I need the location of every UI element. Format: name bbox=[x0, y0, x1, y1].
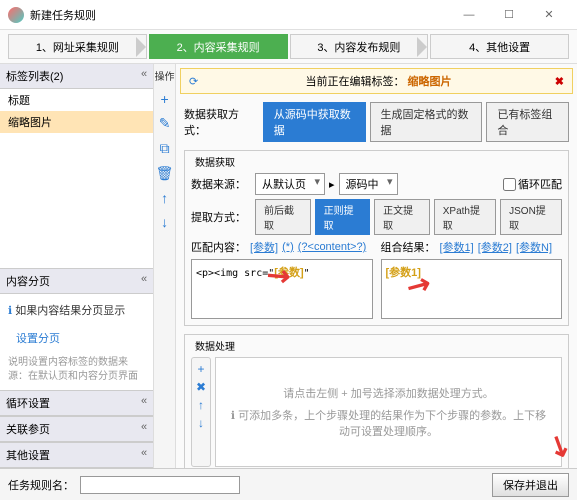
refresh-icon[interactable]: ⟳ bbox=[189, 75, 198, 88]
ops-label: 操作 bbox=[155, 68, 175, 83]
processing-toolbar: + ✖ ↑ ↓ bbox=[191, 357, 211, 467]
minimize-button[interactable]: — bbox=[449, 1, 489, 29]
collapse-icon[interactable]: « bbox=[141, 68, 147, 84]
close-button[interactable]: ✕ bbox=[529, 1, 569, 29]
source-page-select[interactable]: 从默认页 bbox=[255, 173, 325, 195]
loop-match-checkbox[interactable]: 循环匹配 bbox=[503, 176, 562, 192]
tag-list-header: 标签列表(2) « bbox=[0, 64, 153, 89]
loop-settings-header[interactable]: 循环设置« bbox=[0, 391, 153, 416]
extract-tab-body[interactable]: 正文提取 bbox=[374, 199, 430, 235]
footer-bar: 任务规则名： 保存并退出 bbox=[0, 468, 577, 500]
window-title: 新建任务规则 bbox=[30, 7, 449, 23]
move-down-icon[interactable]: ↓ bbox=[161, 214, 168, 230]
acquire-tab-fixed[interactable]: 生成固定格式的数据 bbox=[370, 102, 483, 142]
related-params-header[interactable]: 关联参页« bbox=[0, 417, 153, 442]
other-settings-header[interactable]: 其他设置« bbox=[0, 443, 153, 468]
acquire-mode-row: 数据获取方式： 从源码中获取数据 生成固定格式的数据 已有标签组合 bbox=[176, 98, 577, 146]
match-asterisk-link[interactable]: (*) bbox=[282, 241, 294, 253]
source-type-select[interactable]: 源码中 bbox=[339, 173, 398, 195]
result-content-input[interactable]: [参数1] bbox=[381, 259, 563, 319]
titlebar: 新建任务规则 — ☐ ✕ bbox=[0, 0, 577, 30]
data-processing-fieldset: 数据处理 + ✖ ↑ ↓ 请点击左侧 + 加号选择添加数据处理方式。 ℹ 可添加… bbox=[184, 334, 569, 468]
paging-header[interactable]: 内容分页 « bbox=[0, 269, 153, 294]
sidebar-hint: 说明设置内容标签的数据来源：在默认页和内容分页界面 bbox=[0, 350, 153, 390]
result-paramn-link[interactable]: [参数N] bbox=[516, 239, 552, 255]
tag-list-title: 标签列表(2) bbox=[6, 68, 63, 84]
step-1[interactable]: 1、网址采集规则 bbox=[8, 34, 147, 59]
rule-name-label: 任务规则名： bbox=[8, 477, 74, 493]
acquire-tab-combine[interactable]: 已有标签组合 bbox=[486, 102, 569, 142]
proc-down-icon[interactable]: ↓ bbox=[194, 416, 208, 430]
rule-name-input[interactable] bbox=[80, 476, 240, 494]
expand-icon: « bbox=[141, 273, 147, 289]
move-up-icon[interactable]: ↑ bbox=[161, 190, 168, 206]
match-content-link[interactable]: (?<content>?) bbox=[298, 241, 367, 253]
operations-toolbar: 操作 + ✎ ⧉ 🗑 ↑ ↓ bbox=[153, 64, 175, 468]
result-param1-link[interactable]: [参数1] bbox=[440, 239, 474, 255]
match-content-input[interactable]: <p><img src="[参数]" bbox=[191, 259, 373, 319]
extract-tab-xpath[interactable]: XPath提取 bbox=[434, 199, 496, 235]
step-4[interactable]: 4、其他设置 bbox=[430, 34, 569, 59]
tag-item[interactable]: 标题 bbox=[0, 89, 153, 111]
maximize-button[interactable]: ☐ bbox=[489, 1, 529, 29]
extract-tab-json[interactable]: JSON提取 bbox=[500, 199, 562, 235]
editing-banner: ⟳ 当前正在编辑标签： 缩略图片 ✖ bbox=[180, 68, 573, 94]
match-param-link[interactable]: [参数] bbox=[250, 239, 278, 255]
tag-list: 标题 缩略图片 bbox=[0, 89, 153, 268]
copy-icon[interactable]: ⧉ bbox=[160, 140, 170, 157]
proc-remove-icon[interactable]: ✖ bbox=[194, 380, 208, 394]
extract-tab-regex[interactable]: 正则提取 bbox=[315, 199, 371, 235]
acquire-tab-source[interactable]: 从源码中获取数据 bbox=[263, 102, 366, 142]
edit-icon[interactable]: ✎ bbox=[159, 115, 171, 132]
delete-icon[interactable]: 🗑 bbox=[156, 165, 174, 182]
data-acquire-fieldset: 数据获取 数据来源： 从默认页 ▸ 源码中 循环匹配 提取方式： 前后截取 正则… bbox=[184, 150, 569, 326]
extract-tab-cut[interactable]: 前后截取 bbox=[255, 199, 311, 235]
save-exit-button[interactable]: 保存并退出 bbox=[492, 473, 569, 497]
step-3[interactable]: 3、内容发布规则 bbox=[290, 34, 429, 59]
editing-tag-name: 缩略图片 bbox=[408, 76, 452, 88]
wizard-steps: 1、网址采集规则 2、内容采集规则 3、内容发布规则 4、其他设置 bbox=[0, 30, 577, 64]
paging-link[interactable]: 设置分页 bbox=[0, 326, 153, 350]
add-icon[interactable]: + bbox=[160, 91, 168, 107]
banner-close-icon[interactable]: ✖ bbox=[555, 75, 564, 88]
proc-up-icon[interactable]: ↑ bbox=[194, 398, 208, 412]
step-2[interactable]: 2、内容采集规则 bbox=[149, 34, 288, 59]
tag-item-selected[interactable]: 缩略图片 bbox=[0, 111, 153, 133]
app-logo-icon bbox=[8, 7, 24, 23]
paging-info: 如果内容结果分页显示 bbox=[15, 305, 125, 317]
proc-add-icon[interactable]: + bbox=[194, 362, 208, 376]
processing-list: 请点击左侧 + 加号选择添加数据处理方式。 ℹ 可添加多条，上个步骤处理的结果作… bbox=[215, 357, 562, 467]
result-param2-link[interactable]: [参数2] bbox=[478, 239, 512, 255]
